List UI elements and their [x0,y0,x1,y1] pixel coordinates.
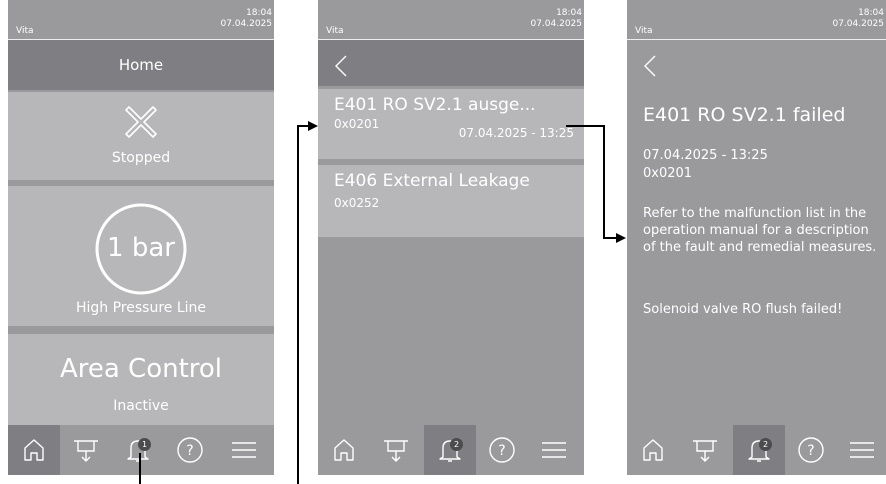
nav-home[interactable] [8,425,60,475]
nav-alarms[interactable]: 2 [733,425,785,475]
brand-label: Vita [326,26,344,36]
alarm-detail-timestamp: 07.04.2025 - 13:25 [643,148,768,163]
alarm-code: 0x0201 [334,117,380,131]
home-icon [24,439,44,461]
nav-menu[interactable] [837,425,886,475]
alarm-item[interactable]: E406 External Leakage 0x0252 [318,165,584,237]
alarm-detail-text: Solenoid valve RO flush failed! [643,302,843,317]
area-control-title: Area Control [59,354,223,384]
nav-alarms[interactable]: 1 [112,425,164,475]
nav-help[interactable]: ? [164,425,216,475]
bottom-nav: 2 ? [627,425,886,475]
svg-text:?: ? [807,443,814,459]
alarm-item[interactable]: E401 RO SV2.1 ausge... 0x0201 07.04.2025… [318,89,584,159]
water-outlet-icon [384,440,408,462]
page-header [627,40,886,86]
nav-outlet[interactable] [60,425,112,475]
page-header [318,40,584,86]
detail-arrow-head [616,233,626,243]
svg-text:?: ? [186,443,193,459]
menu-icon [849,442,874,458]
clock-time: 18:04 [246,8,272,18]
alarm-badge: 2 [759,438,772,451]
clock: 18:04 07.04.2025 [220,8,272,30]
water-outlet-icon [693,440,717,462]
home-screen: Vita 18:04 07.04.2025 Home Stopped 1 bar… [8,0,274,475]
alarm-code: 0x0252 [334,196,380,210]
alarm-list-screen: Vita 18:04 07.04.2025 E401 RO SV2.1 ausg… [318,0,584,475]
help-icon: ? [798,437,824,463]
page-title: Home [118,56,164,74]
clock: 18:04 07.04.2025 [832,8,884,30]
home-icon [643,439,663,461]
alarm-detail-screen: Vita 18:04 07.04.2025 E401 RO SV2.1 fail… [627,0,886,475]
menu-icon [232,442,256,458]
alarm-detail-description: Refer to the malfunction list in the ope… [643,206,877,255]
nav-outlet[interactable] [370,425,422,475]
page-header: Home [8,40,274,90]
pressure-label: High Pressure Line [75,300,207,316]
clock: 18:04 07.04.2025 [530,8,582,30]
clock-time: 18:04 [556,8,582,18]
alarm-detail-title: E401 RO SV2.1 failed [643,104,846,126]
alarm-badge: 2 [450,438,463,451]
nav-help[interactable]: ? [785,425,837,475]
clock-time: 18:04 [858,8,884,18]
bottom-nav: 1 ? [8,425,274,475]
alarm-title: E406 External Leakage [334,171,530,191]
nav-menu[interactable] [528,425,580,475]
pressure-value: 1 bar [107,233,175,263]
clock-date: 07.04.2025 [832,19,884,29]
alarm-timestamp: 07.04.2025 - 13:25 [458,126,574,140]
clock-date: 07.04.2025 [530,19,582,29]
alarm-title: E401 RO SV2.1 ausge... [334,95,536,115]
brand-label: Vita [635,26,653,36]
back-icon[interactable] [641,54,661,78]
status-bar: Vita 18:04 07.04.2025 [8,0,274,40]
alarm-badge: 1 [138,438,151,451]
nav-home[interactable] [318,425,370,475]
help-icon: ? [489,437,515,463]
nav-outlet[interactable] [679,425,731,475]
water-outlet-icon [74,440,98,462]
status-bar: Vita 18:04 07.04.2025 [627,0,886,40]
bottom-nav: 2 ? [318,425,584,475]
nav-home[interactable] [627,425,679,475]
area-control-tile[interactable]: Area Control Inactive [8,334,274,425]
nav-help[interactable]: ? [476,425,528,475]
home-icon [334,439,354,461]
list-arrow-line [297,125,310,484]
svg-text:?: ? [498,443,505,459]
brand-label: Vita [16,26,34,36]
stopped-x-icon [125,106,157,138]
status-tile[interactable]: Stopped [8,92,274,180]
back-icon[interactable] [332,54,352,78]
list-arrow-head [308,121,318,131]
status-label: Stopped [111,150,171,166]
nav-alarms[interactable]: 2 [424,425,476,475]
menu-icon [542,442,566,458]
status-bar: Vita 18:04 07.04.2025 [318,0,584,40]
alarm-detail-code: 0x0201 [643,166,693,181]
pressure-tile[interactable]: 1 bar High Pressure Line [8,186,274,326]
help-icon: ? [177,437,203,463]
area-control-status: Inactive [113,398,169,414]
nav-menu[interactable] [218,425,270,475]
clock-date: 07.04.2025 [220,19,272,29]
